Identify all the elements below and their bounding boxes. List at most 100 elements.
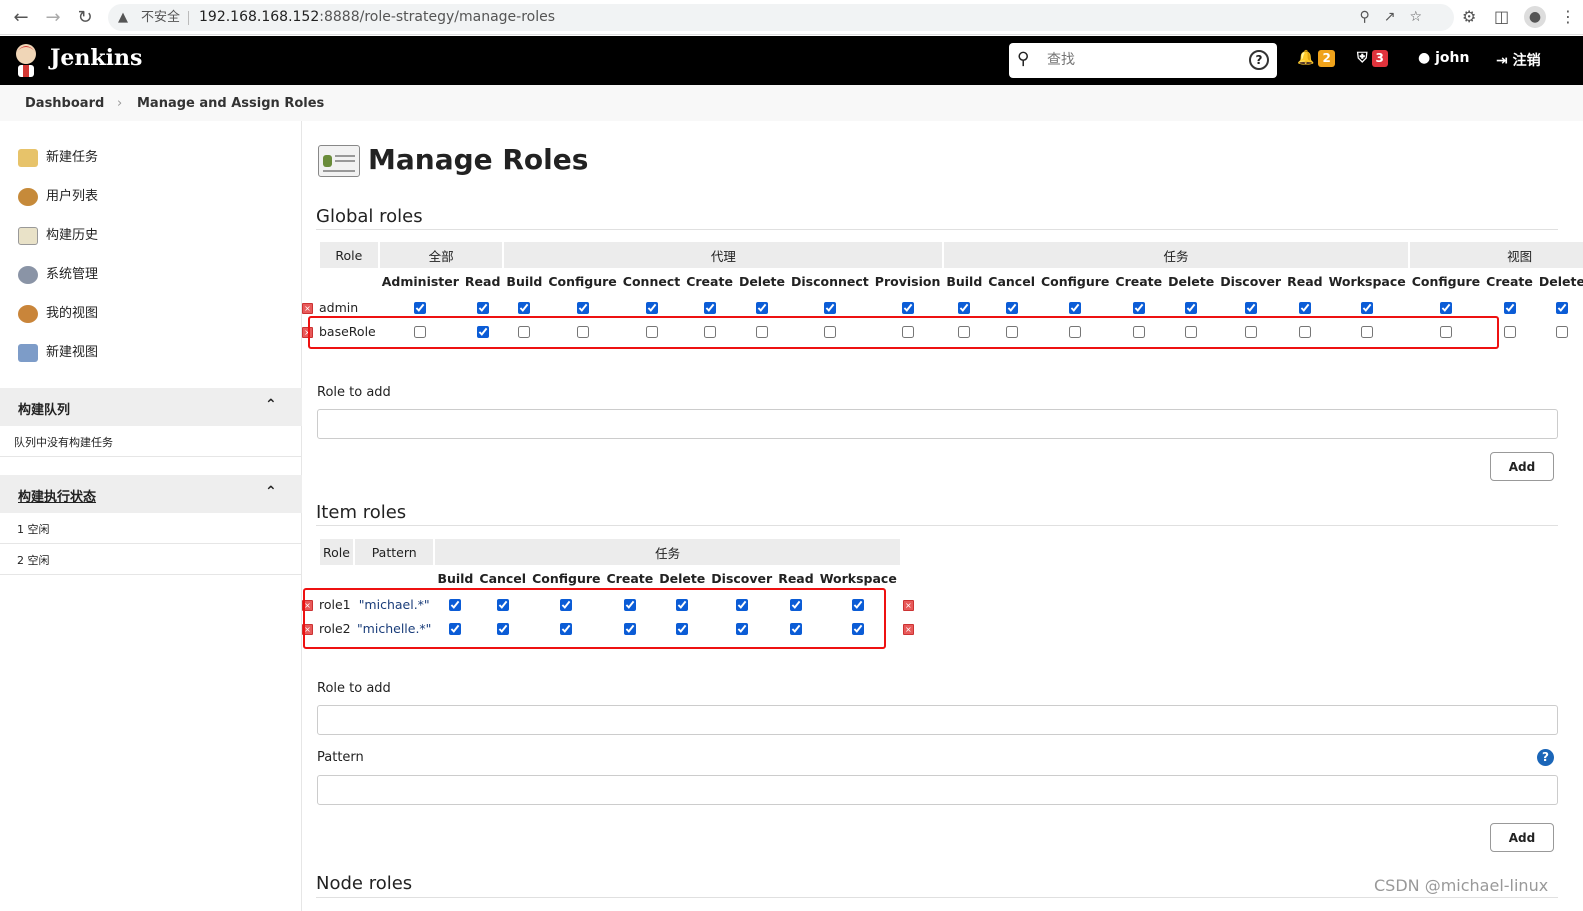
executors-title[interactable]: 构建执行状态: [18, 486, 96, 505]
gear-icon: [18, 265, 38, 284]
sidebar-item-new-view[interactable]: 新建视图: [18, 341, 98, 362]
jenkins-logo-icon[interactable]: [12, 41, 40, 79]
permission-column-header: Connect: [622, 274, 681, 289]
permission-checkbox[interactable]: [958, 302, 971, 314]
delete-icon[interactable]: ×: [902, 599, 914, 611]
permission-column-header: Read: [1287, 274, 1323, 289]
permission-checkbox[interactable]: [414, 302, 427, 314]
role-column-header: Role: [318, 539, 354, 565]
permission-checkbox[interactable]: [1439, 302, 1452, 314]
sidebar-item-users[interactable]: 用户列表: [18, 185, 98, 206]
users-icon: [18, 187, 38, 206]
permission-checkbox[interactable]: [1555, 302, 1568, 314]
permission-checkbox[interactable]: [476, 302, 489, 314]
divider: [316, 525, 1558, 526]
forward-icon[interactable]: →: [42, 7, 64, 29]
global-role-to-add-input[interactable]: [317, 409, 1558, 439]
item-roles-heading: Item roles: [316, 502, 407, 523]
permission-column-header: Create: [1115, 274, 1163, 289]
user-button[interactable]: ● john: [1418, 50, 1469, 66]
item-add-button[interactable]: Add: [1490, 823, 1554, 852]
permission-cell: [1536, 319, 1583, 343]
item-pattern-label: Pattern: [317, 750, 364, 765]
breadcrumb-current[interactable]: Manage and Assign Roles: [137, 96, 324, 111]
address-bar-icons[interactable]: ⚲↗☆: [1359, 4, 1436, 31]
sidebar-item-new-job[interactable]: 新建任务: [18, 146, 98, 167]
security-alerts-button[interactable]: ⛨ 3: [1357, 50, 1388, 67]
permission-checkbox[interactable]: [1185, 302, 1198, 314]
permission-cell: [1536, 295, 1583, 319]
permission-column-header: Discover: [1220, 274, 1282, 289]
executor-row: 1 空闲: [0, 513, 302, 544]
permission-column-header: Read: [464, 274, 501, 289]
help-icon[interactable]: ?: [1249, 50, 1269, 70]
roles-page-icon: [318, 145, 360, 177]
logout-button[interactable]: ⇥ 注销: [1496, 50, 1541, 70]
bell-icon: 🔔: [1297, 50, 1315, 66]
folder-icon: [18, 343, 38, 362]
search-input[interactable]: [1047, 49, 1237, 71]
sidebar-item-build-history[interactable]: 构建历史: [18, 224, 98, 245]
pattern-column-header: Pattern: [352, 539, 435, 565]
build-queue-header[interactable]: 构建队列 ⌃: [0, 388, 302, 426]
permission-checkbox[interactable]: [901, 302, 914, 314]
permission-header-row: Administer Read Build Configure Connect Creat…: [319, 268, 1583, 295]
sidebar-item-my-views[interactable]: 我的视图: [18, 302, 98, 323]
executor-row: 2 空闲: [0, 544, 302, 575]
group-header-row: Role 全部 代理 任务 视图: [318, 242, 1583, 268]
extensions-icon[interactable]: ⚙: [1462, 7, 1476, 26]
sidepanel-icon[interactable]: ◫: [1494, 7, 1509, 26]
reload-icon[interactable]: ↻: [74, 7, 96, 29]
url-text: 192.168.168.152:8888/role-strategy/manag…: [199, 9, 556, 25]
notifications-button[interactable]: 🔔 2: [1297, 50, 1335, 67]
executors-header[interactable]: 构建执行状态 ⌃: [0, 475, 302, 513]
permission-checkbox[interactable]: [1298, 302, 1311, 314]
sidebar-item-label: 用户列表: [46, 189, 99, 204]
permission-checkbox[interactable]: [1244, 302, 1257, 314]
permission-checkbox[interactable]: [1503, 302, 1516, 314]
permission-checkbox[interactable]: [645, 302, 658, 314]
permission-column-header: Create: [686, 274, 733, 289]
permission-checkbox[interactable]: [1069, 302, 1082, 314]
sidebar-item-label: 构建历史: [46, 228, 99, 243]
brand-name[interactable]: Jenkins: [50, 45, 142, 71]
delete-icon[interactable]: ×: [302, 302, 313, 314]
new-job-icon: [18, 148, 38, 167]
profile-icon[interactable]: ●: [1524, 6, 1546, 28]
breadcrumb-dashboard[interactable]: Dashboard: [25, 96, 104, 111]
shield-icon: ⛨: [1357, 50, 1368, 66]
node-roles-heading: Node roles: [316, 873, 413, 894]
item-role-to-add-input[interactable]: [317, 705, 1558, 735]
sidebar-item-label: 系统管理: [46, 267, 99, 282]
highlight-box: [308, 316, 1499, 349]
global-add-button[interactable]: Add: [1490, 452, 1554, 481]
permission-column-header: Delete: [738, 274, 786, 289]
permission-checkbox[interactable]: [518, 302, 531, 314]
permission-group-header: 代理: [502, 242, 944, 268]
permission-checkbox[interactable]: [576, 302, 589, 314]
permission-checkbox[interactable]: [1361, 302, 1374, 314]
search-box[interactable]: ⚲ ?: [1009, 43, 1277, 78]
back-icon[interactable]: ←: [10, 7, 32, 29]
sidebar-item-label: 新建视图: [46, 345, 99, 360]
help-icon[interactable]: ?: [1537, 749, 1554, 766]
permission-column-header: Administer: [381, 274, 459, 289]
item-pattern-input[interactable]: [317, 775, 1558, 805]
sidebar-item-manage[interactable]: 系统管理: [18, 263, 98, 284]
delete-icon[interactable]: ×: [902, 623, 914, 635]
row-delete-cell: ×: [900, 592, 917, 616]
chevron-up-icon[interactable]: ⌃: [265, 397, 277, 413]
address-bar[interactable]: ▲ 不安全 192.168.168.152:8888/role-strategy…: [108, 4, 1454, 31]
permission-checkbox[interactable]: [755, 302, 768, 314]
permission-column-header: Create: [1486, 274, 1533, 289]
permission-checkbox[interactable]: [1005, 302, 1018, 314]
jenkins-header: Jenkins ⚲ ? 🔔2 ⛨3 ● john ⇥ 注销: [0, 36, 1583, 85]
chevron-up-icon[interactable]: ⌃: [265, 484, 277, 500]
permission-column-header: Provision: [874, 274, 941, 289]
permission-checkbox[interactable]: [1555, 326, 1568, 338]
permission-checkbox[interactable]: [1503, 326, 1516, 338]
permission-checkbox[interactable]: [703, 302, 716, 314]
permission-checkbox[interactable]: [823, 302, 836, 314]
permission-checkbox[interactable]: [1132, 302, 1145, 314]
menu-icon[interactable]: ⋮: [1560, 7, 1576, 26]
